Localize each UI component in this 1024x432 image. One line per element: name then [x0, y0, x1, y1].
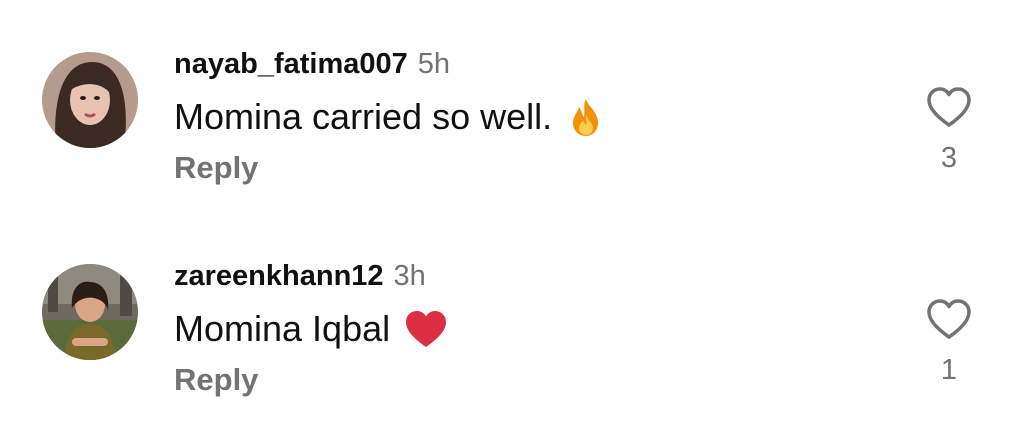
username[interactable]: zareenkhann12 — [174, 260, 384, 292]
username[interactable]: nayab_fatima007 — [174, 48, 408, 80]
comment-body: Momina Iqbal — [174, 308, 391, 349]
comment-item: nayab_fatima007 5h Momina carried so well… — [0, 30, 1024, 220]
timestamp: 3h — [393, 260, 426, 292]
red-heart-emoji-icon — [404, 309, 448, 349]
heart-outline-icon[interactable] — [926, 298, 972, 340]
like-count: 3 — [940, 142, 958, 174]
comment-body: Momina carried so well. — [174, 96, 553, 137]
fire-emoji-icon — [566, 97, 606, 137]
like-count: 1 — [940, 354, 958, 386]
reply-button[interactable]: Reply — [174, 362, 258, 398]
heart-outline-icon[interactable] — [926, 86, 972, 128]
avatar[interactable] — [42, 264, 138, 360]
comment-item: zareenkhann12 3h Momina Iqbal Reply 1 — [0, 242, 1024, 432]
reply-button[interactable]: Reply — [174, 150, 258, 186]
comment-meta: nayab_fatima007 5h — [174, 48, 450, 81]
avatar[interactable] — [42, 52, 138, 148]
comment-meta: zareenkhann12 3h — [174, 260, 426, 293]
timestamp: 5h — [417, 48, 451, 80]
comment-text: Momina carried so well. — [174, 96, 606, 138]
comment-text: Momina Iqbal — [174, 308, 448, 350]
